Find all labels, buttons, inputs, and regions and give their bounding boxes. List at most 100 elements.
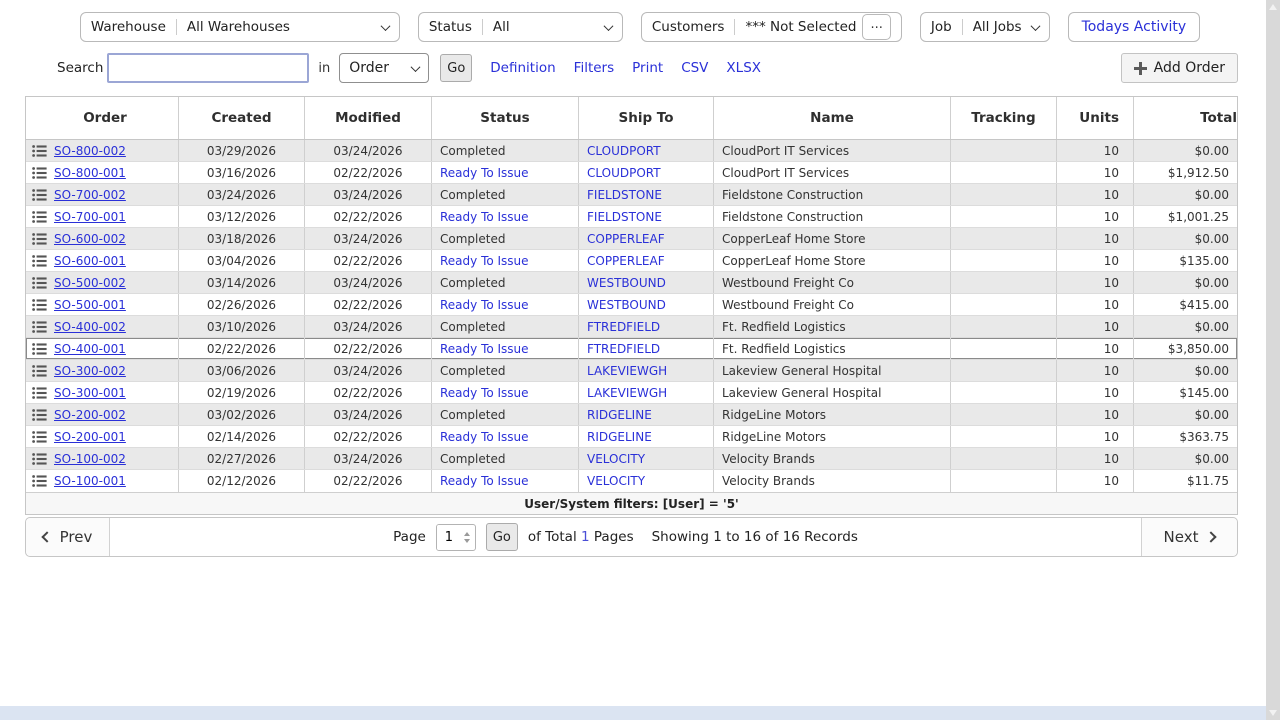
list-icon[interactable] <box>32 189 47 201</box>
table-row: SO-800-002 03/29/2026 03/24/2026 Complet… <box>26 140 1237 162</box>
table-row: SO-700-001 03/12/2026 02/22/2026 Ready T… <box>26 206 1237 228</box>
order-link[interactable]: SO-700-002 <box>54 188 126 202</box>
header-ship-to[interactable]: Ship To <box>579 97 714 139</box>
modified-cell: 03/24/2026 <box>305 228 432 249</box>
order-cell: SO-100-001 <box>26 470 179 492</box>
list-icon[interactable] <box>32 299 47 311</box>
ship-to-link[interactable]: FIELDSTONE <box>587 210 662 224</box>
ship-to-link[interactable]: LAKEVIEWGH <box>587 386 667 400</box>
ship-to-cell: CLOUDPORT <box>579 140 714 161</box>
total-cell: $0.00 <box>1134 140 1237 161</box>
order-link[interactable]: SO-500-001 <box>54 298 126 312</box>
export-link-xlsx[interactable]: XLSX <box>726 60 761 76</box>
order-link[interactable]: SO-800-002 <box>54 144 126 158</box>
name-cell: Ft. Redfield Logistics <box>714 338 951 359</box>
order-link[interactable]: SO-400-001 <box>54 342 126 356</box>
ship-to-link[interactable]: FIELDSTONE <box>587 188 662 202</box>
ship-to-link[interactable]: WESTBOUND <box>587 298 666 312</box>
total-cell: $415.00 <box>1134 294 1237 315</box>
page-label: Page <box>393 529 426 545</box>
search-go-button[interactable]: Go <box>440 54 472 82</box>
ship-to-link[interactable]: VELOCITY <box>587 452 645 466</box>
order-link[interactable]: SO-100-001 <box>54 474 126 488</box>
job-filter[interactable]: Job All Jobs <box>920 12 1050 42</box>
list-icon[interactable] <box>32 409 47 421</box>
ship-to-link[interactable]: CLOUDPORT <box>587 144 661 158</box>
ship-to-link[interactable]: CLOUDPORT <box>587 166 661 180</box>
ship-to-link[interactable]: LAKEVIEWGH <box>587 364 667 378</box>
order-link[interactable]: SO-600-002 <box>54 232 126 246</box>
order-link[interactable]: SO-800-001 <box>54 166 126 180</box>
next-button[interactable]: Next <box>1141 518 1237 556</box>
name-cell: Westbound Freight Co <box>714 294 951 315</box>
ship-to-link[interactable]: RIDGELINE <box>587 408 652 422</box>
export-link-csv[interactable]: CSV <box>681 60 708 76</box>
prev-button[interactable]: Prev <box>26 518 110 556</box>
list-icon[interactable] <box>32 475 47 487</box>
created-cell: 03/14/2026 <box>179 272 305 293</box>
name-cell: CloudPort IT Services <box>714 140 951 161</box>
list-icon[interactable] <box>32 167 47 179</box>
page-go-button[interactable]: Go <box>486 523 518 551</box>
list-icon[interactable] <box>32 255 47 267</box>
ship-to-link[interactable]: FTREDFIELD <box>587 320 660 334</box>
order-cell: SO-700-002 <box>26 184 179 205</box>
export-link-print[interactable]: Print <box>632 60 663 76</box>
header-units[interactable]: Units <box>1057 97 1134 139</box>
page-number-spinner[interactable] <box>461 525 474 550</box>
ship-to-link[interactable]: VELOCITY <box>587 474 645 488</box>
chevron-down-icon <box>380 21 390 31</box>
tracking-cell <box>951 316 1057 337</box>
modified-cell: 03/24/2026 <box>305 140 432 161</box>
list-icon[interactable] <box>32 145 47 157</box>
page-number-input[interactable] <box>436 524 476 551</box>
list-icon[interactable] <box>32 453 47 465</box>
list-icon[interactable] <box>32 387 47 399</box>
units-cell: 10 <box>1057 338 1134 359</box>
add-order-button[interactable]: Add Order <box>1121 53 1238 83</box>
vertical-scrollbar[interactable] <box>1266 0 1280 720</box>
header-tracking[interactable]: Tracking <box>951 97 1057 139</box>
ship-to-link[interactable]: RIDGELINE <box>587 430 652 444</box>
ship-to-link[interactable]: FTREDFIELD <box>587 342 660 356</box>
warehouse-filter[interactable]: Warehouse All Warehouses <box>80 12 400 42</box>
list-icon[interactable] <box>32 211 47 223</box>
order-link[interactable]: SO-100-002 <box>54 452 126 466</box>
header-name[interactable]: Name <box>714 97 951 139</box>
header-modified[interactable]: Modified <box>305 97 432 139</box>
header-created[interactable]: Created <box>179 97 305 139</box>
list-icon[interactable] <box>32 343 47 355</box>
customers-more-button[interactable]: ... <box>862 14 890 40</box>
order-link[interactable]: SO-300-001 <box>54 386 126 400</box>
todays-activity-button[interactable]: Todays Activity <box>1068 12 1201 42</box>
order-link[interactable]: SO-200-001 <box>54 430 126 444</box>
name-cell: CopperLeaf Home Store <box>714 228 951 249</box>
header-order[interactable]: Order <box>26 97 179 139</box>
customers-filter[interactable]: Customers *** Not Selected ... <box>641 12 902 42</box>
list-icon[interactable] <box>32 431 47 443</box>
order-link[interactable]: SO-700-001 <box>54 210 126 224</box>
order-link[interactable]: SO-500-002 <box>54 276 126 290</box>
ship-to-link[interactable]: COPPERLEAF <box>587 232 665 246</box>
search-input[interactable] <box>107 53 309 83</box>
ship-to-link[interactable]: COPPERLEAF <box>587 254 665 268</box>
list-icon[interactable] <box>32 365 47 377</box>
status-filter[interactable]: Status All <box>418 12 623 42</box>
list-icon[interactable] <box>32 233 47 245</box>
order-cell: SO-600-001 <box>26 250 179 271</box>
search-in-select[interactable]: Order <box>339 53 429 83</box>
ship-to-link[interactable]: WESTBOUND <box>587 276 666 290</box>
export-link-filters[interactable]: Filters <box>574 60 614 76</box>
page-number-field[interactable] <box>437 525 461 550</box>
list-icon[interactable] <box>32 321 47 333</box>
table-row: SO-400-001 02/22/2026 02/22/2026 Ready T… <box>26 338 1237 360</box>
order-link[interactable]: SO-600-001 <box>54 254 126 268</box>
export-link-definition[interactable]: Definition <box>490 60 555 76</box>
order-link[interactable]: SO-400-002 <box>54 320 126 334</box>
header-total[interactable]: Total <box>1134 97 1237 139</box>
created-cell: 02/14/2026 <box>179 426 305 447</box>
order-link[interactable]: SO-200-002 <box>54 408 126 422</box>
list-icon[interactable] <box>32 277 47 289</box>
header-status[interactable]: Status <box>432 97 579 139</box>
order-link[interactable]: SO-300-002 <box>54 364 126 378</box>
